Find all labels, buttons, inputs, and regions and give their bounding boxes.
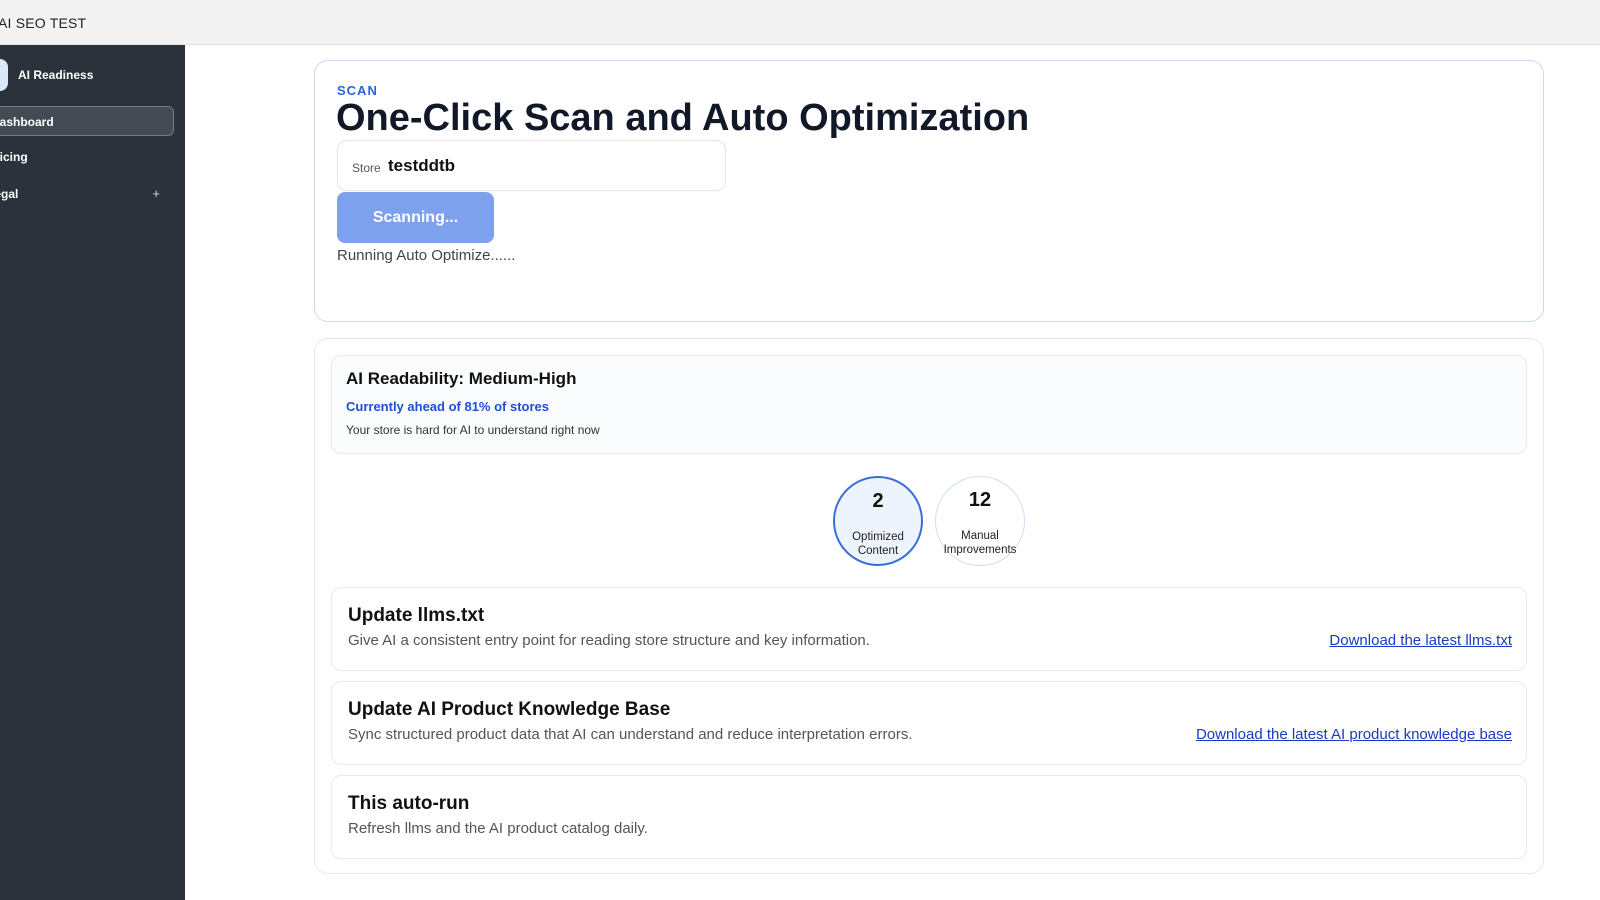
download-knowledge-base-link[interactable]: Download the latest AI product knowledge… — [1196, 726, 1512, 743]
scan-card: SCAN One-Click Scan and Auto Optimizatio… — [314, 60, 1544, 322]
stat-label-line: Improvements — [943, 544, 1017, 556]
store-label: Store — [352, 161, 381, 175]
results-card: AI Readability: Medium-High Currently ah… — [314, 338, 1544, 874]
sidebar-brand[interactable]: AI Readiness — [0, 59, 185, 91]
store-field[interactable]: Store — [337, 140, 726, 191]
stat-label-line: Optimized — [852, 531, 904, 543]
download-llms-link[interactable]: Download the latest llms.txt — [1329, 632, 1512, 649]
readability-title: AI Readability: Medium-High — [346, 369, 577, 388]
action-description: Sync structured product data that AI can… — [348, 726, 913, 743]
brand-logo — [0, 59, 8, 91]
stat-label: Manual Improvements — [936, 529, 1024, 557]
action-title: Update AI Product Knowledge Base — [348, 699, 671, 720]
sidebar-item-label: Pricing — [0, 150, 28, 164]
scan-status: Running Auto Optimize...... — [337, 247, 516, 264]
readability-summary: AI Readability: Medium-High Currently ah… — [331, 355, 1527, 454]
sidebar-item-legal[interactable]: Legal + — [0, 179, 174, 209]
readability-description: Your store is hard for AI to understand … — [346, 423, 600, 437]
sidebar-item-label: Dashboard — [0, 115, 54, 129]
scan-eyebrow: SCAN — [337, 83, 378, 98]
app-title: AI SEO TEST — [0, 15, 87, 31]
page-title: One-Click Scan and Auto Optimization — [336, 97, 1030, 139]
sidebar-item-dashboard[interactable]: Dashboard — [0, 106, 174, 136]
sidebar: AI Readiness Dashboard Pricing Legal + — [0, 45, 185, 900]
sidebar-item-pricing[interactable]: Pricing — [0, 142, 174, 172]
stat-label-line: Content — [857, 545, 899, 557]
stat-label: Optimized Content — [835, 530, 921, 558]
action-update-knowledge-base: Update AI Product Knowledge Base Sync st… — [331, 681, 1527, 765]
plus-icon[interactable]: + — [152, 179, 160, 209]
top-bar: AI SEO TEST — [0, 0, 1600, 45]
action-title: Update llms.txt — [348, 605, 485, 626]
readability-rank: Currently ahead of 81% of stores — [346, 399, 549, 414]
stat-value: 12 — [968, 489, 992, 511]
action-description: Give AI a consistent entry point for rea… — [348, 632, 870, 649]
scan-button[interactable]: Scanning... — [337, 192, 494, 243]
stat-manual-improvements[interactable]: 12 Manual Improvements — [935, 476, 1025, 566]
stat-optimized-content[interactable]: 2 Optimized Content — [833, 476, 923, 566]
action-description: Refresh llms and the AI product catalog … — [348, 820, 648, 837]
brand-name: AI Readiness — [18, 68, 94, 82]
action-title: This auto-run — [348, 793, 470, 814]
stat-value: 2 — [872, 490, 884, 512]
action-update-llms: Update llms.txt Give AI a consistent ent… — [331, 587, 1527, 671]
action-auto-run: This auto-run Refresh llms and the AI pr… — [331, 775, 1527, 859]
store-input[interactable] — [388, 156, 708, 176]
sidebar-item-label: Legal — [0, 187, 19, 201]
stat-label-line: Manual — [961, 530, 999, 542]
